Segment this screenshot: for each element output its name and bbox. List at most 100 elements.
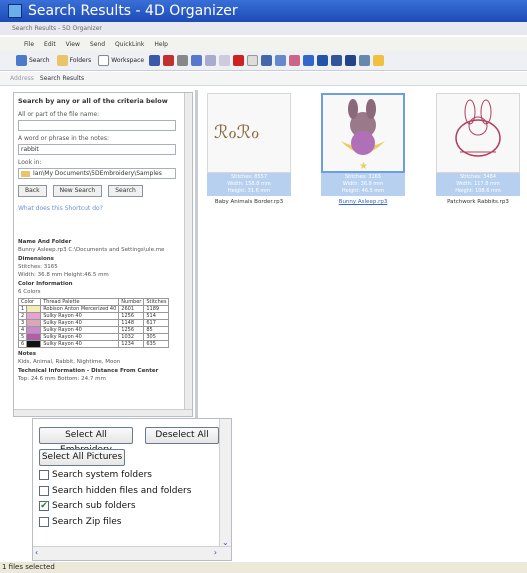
view-icon[interactable]	[261, 55, 273, 66]
search-toolbar-button[interactable]: Search	[14, 53, 52, 69]
col-number: Number	[118, 298, 145, 306]
app-icon	[8, 4, 22, 18]
table-row: 2 Sulky Rayon 40 1256 514	[17, 312, 170, 320]
chevron-right-icon[interactable]: ›	[214, 548, 217, 557]
thumbnail-stats: Stitches: 3484 Width: 117.8 mm Height: 1…	[436, 173, 520, 196]
menu-file[interactable]: File	[24, 41, 34, 48]
rabbits-picture	[455, 99, 501, 157]
phrase-label: A word or phrase in the notes:	[18, 135, 109, 142]
new-search-button[interactable]: New Search	[52, 185, 103, 197]
dim-heading: Dimensions	[18, 256, 54, 262]
toolbar: Search Folders Workspace	[0, 51, 527, 71]
name-row: Bunny Asleep.rp3 C:\Documents and Settin…	[18, 247, 165, 253]
thumbnail-icon[interactable]	[275, 55, 287, 66]
embroidery-thumbnail[interactable]: ★	[321, 93, 405, 173]
stitches-text: Stitches: 3165	[18, 264, 58, 270]
size-text: Width: 36.8 mm Height:46.5 mm	[18, 272, 109, 278]
embroidery-thumbnail[interactable]	[436, 93, 520, 173]
layout-icon[interactable]	[359, 55, 371, 66]
address-value[interactable]: Search Results	[40, 75, 84, 82]
copy-icon[interactable]	[205, 55, 217, 66]
window-subtitle: Search Results - 5D Organizer	[0, 22, 527, 35]
color-swatch	[26, 340, 42, 348]
thumbnail-stats: Stitches: 3165 Width: 36.8 mm Height: 46…	[321, 173, 405, 196]
select-all-pictures-button[interactable]: Select All Pictures	[39, 449, 125, 466]
pencil-icon[interactable]	[373, 55, 385, 66]
search-heading: Search by any or all of the criteria bel…	[18, 97, 168, 105]
menu-help[interactable]: Help	[154, 41, 168, 48]
system-folders-checkbox[interactable]	[39, 470, 49, 480]
select-all-embroidery-button[interactable]: Select All Embroidery	[39, 427, 133, 455]
title-bar: Search Results - 4D Organizer	[0, 0, 527, 22]
shortcut-link[interactable]: What does this Shortcut do?	[18, 205, 186, 212]
table-row: 3 Sulky Rayon 40 1148 617	[17, 319, 170, 327]
file-name[interactable]: Bunny Asleep.rp3	[317, 199, 409, 205]
notes-text: Kids, Animal, Rabbit, Nightime, Moon	[18, 359, 121, 365]
file-name[interactable]: Baby Animals Border.rp3	[203, 199, 295, 205]
dropdown-icon[interactable]	[345, 55, 357, 66]
swap-icon[interactable]	[149, 55, 161, 66]
color-swatch	[26, 305, 42, 313]
back-button[interactable]: Back	[18, 185, 47, 197]
color-table: Color Thread Palette Number Stitches 1 Ro…	[17, 298, 170, 348]
cut-icon[interactable]	[191, 55, 203, 66]
menu-view[interactable]: View	[66, 41, 80, 48]
rename-icon[interactable]	[247, 55, 259, 66]
file-info: Name And Folder Bunny Asleep.rp3 C:\Docu…	[17, 236, 186, 382]
sub-folders-checkbox[interactable]: ✔	[39, 501, 49, 511]
info-hscrollbar[interactable]	[14, 409, 192, 416]
animals-border-picture: ℛℴℛℴ	[214, 122, 259, 143]
hidden-files-checkbox[interactable]	[39, 486, 49, 496]
notes-heading: Notes	[18, 351, 37, 357]
menu-edit[interactable]: Edit	[44, 41, 56, 48]
hidden-files-option[interactable]: Search hidden files and folders	[39, 486, 191, 496]
filename-input[interactable]	[18, 120, 176, 131]
lookin-select[interactable]: Ian\My Documents\5DEmbroidery\Samples	[18, 168, 176, 179]
sub-folders-option[interactable]: ✔ Search sub folders	[39, 501, 136, 511]
result-item[interactable]: ℛℴℛℴ Stitches: 8557 Width: 158.8 mm Heig…	[203, 93, 295, 205]
search-button[interactable]: Search	[108, 185, 143, 197]
phrase-input[interactable]: rabbit	[18, 144, 176, 155]
col-stitches: Stitches	[143, 298, 170, 306]
zip-files-option[interactable]: Search Zip files	[39, 517, 121, 527]
paste-icon[interactable]	[219, 55, 231, 66]
color-icon[interactable]	[289, 55, 301, 66]
folder-icon	[56, 55, 68, 66]
chevron-left-icon[interactable]: ‹	[35, 548, 38, 557]
workspace-toolbar-button[interactable]: Workspace	[96, 53, 146, 69]
lookin-label: Look in:	[18, 159, 42, 166]
deselect-all-button[interactable]: Deselect All	[145, 427, 219, 444]
scissors-icon[interactable]	[163, 55, 175, 66]
result-item[interactable]: Stitches: 3484 Width: 117.8 mm Height: 1…	[432, 93, 524, 205]
selection-panel-vscrollbar[interactable]: ⌄	[219, 419, 231, 547]
folders-toolbar-button[interactable]: Folders	[55, 53, 94, 69]
animals-border-motif: ℛℴℛℴ	[214, 122, 259, 143]
embroidery-thumbnail[interactable]: ℛℴℛℴ	[207, 93, 291, 173]
tech-text: Top: 24.6 mm Bottom: 24.7 mm	[18, 376, 106, 382]
results-pane: ℛℴℛℴ Stitches: 8557 Width: 158.8 mm Heig…	[199, 88, 527, 228]
status-text: 1 files selected	[2, 563, 55, 571]
col-palette: Thread Palette	[40, 298, 120, 306]
result-item[interactable]: ★ Stitches: 3165 Width: 36.8 mm Height: …	[317, 93, 409, 205]
selection-panel-hscrollbar[interactable]: ‹ ›	[33, 546, 231, 560]
arrows-icon[interactable]	[317, 55, 329, 66]
delete-icon[interactable]	[233, 55, 245, 66]
star-shape: ★	[359, 161, 368, 171]
triangle-icon[interactable]	[331, 55, 343, 66]
menu-quicklink[interactable]: QuickLink	[115, 41, 144, 48]
paint-icon[interactable]	[303, 55, 315, 66]
bunny-body-shape	[351, 131, 375, 155]
table-row: 5 Sulky Rayon 40 1032 305	[17, 333, 170, 341]
file-name[interactable]: Patchwork Rabbits.rp3	[432, 199, 524, 205]
settings-icon[interactable]	[177, 55, 189, 66]
panel-splitter[interactable]	[195, 90, 198, 420]
table-row: 6 Sulky Rayon 40 1234 635	[17, 340, 170, 348]
selection-panel: Select All Embroidery Deselect All Selec…	[32, 418, 232, 561]
menu-send[interactable]: Send	[90, 41, 105, 48]
colors-count: 6 Colors	[18, 289, 41, 295]
system-folders-option[interactable]: Search system folders	[39, 470, 152, 480]
address-bar: Address Search Results	[0, 72, 527, 86]
menu-bar: File Edit View Send QuickLink Help	[0, 37, 527, 51]
zip-files-checkbox[interactable]	[39, 517, 49, 527]
search-buttons: Back New Search Search	[18, 185, 186, 197]
